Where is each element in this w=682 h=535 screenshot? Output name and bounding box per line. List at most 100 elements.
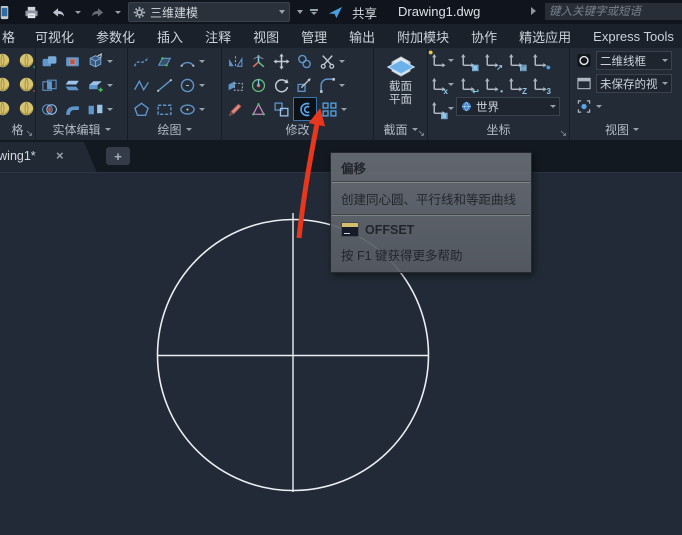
3d-rotate-gizmo-button[interactable] — [247, 74, 269, 96]
visual-style-dropdown[interactable]: 二维线框 — [596, 51, 672, 70]
stretch-button[interactable] — [224, 74, 246, 96]
circle-button[interactable] — [176, 74, 198, 96]
customize-qat-button[interactable] — [310, 8, 318, 16]
search-input[interactable] — [545, 3, 682, 20]
arc-caret[interactable] — [199, 59, 205, 63]
panel-draw-label[interactable]: 绘图 — [157, 121, 181, 138]
mirror-button[interactable] — [224, 50, 246, 72]
smooth-object-icon[interactable] — [0, 49, 13, 71]
ucs-object-button[interactable]: • — [480, 73, 503, 96]
ucs-button[interactable]: ● — [428, 48, 454, 71]
tab-parametric[interactable]: 参数化 — [85, 27, 146, 46]
smooth-object-icon[interactable] — [0, 97, 13, 119]
trim-caret[interactable] — [339, 59, 345, 63]
polyline-button[interactable] — [130, 74, 152, 96]
separate-button[interactable] — [84, 98, 106, 120]
3d-move-gizmo-button[interactable] — [247, 50, 269, 72]
view-manager-icon[interactable] — [575, 99, 593, 115]
slice-button[interactable] — [61, 74, 83, 96]
polygon-button[interactable] — [130, 98, 152, 120]
scale-nested-button[interactable] — [270, 98, 292, 120]
tab-addins[interactable]: 附加模块 — [386, 27, 460, 46]
tab-collaborate[interactable]: 协作 — [460, 27, 508, 46]
view-panel-caret[interactable] — [633, 128, 639, 131]
tab-view[interactable]: 视图 — [242, 27, 290, 46]
circle-caret[interactable] — [199, 83, 205, 87]
tab-mesh-partial[interactable]: 格 — [0, 27, 24, 46]
file-tab-close-icon[interactable]: × — [56, 148, 64, 163]
array-caret[interactable] — [341, 107, 347, 111]
ucs-origin-button[interactable]: ▣ — [456, 49, 479, 72]
3d-align-button[interactable] — [247, 98, 269, 120]
interfere-button[interactable] — [38, 98, 60, 120]
smooth-less-button[interactable]: − — [15, 73, 35, 96]
move-button[interactable] — [270, 50, 292, 72]
fillet-edge-button[interactable] — [61, 98, 83, 120]
spline-button[interactable] — [130, 50, 152, 72]
tab-visualize[interactable]: 可视化 — [24, 27, 85, 46]
extract-edges-caret[interactable] — [107, 59, 113, 63]
smooth-more-button[interactable]: + — [15, 49, 35, 72]
coordinates-dialog-launcher-icon[interactable]: ↘ — [559, 129, 567, 138]
undo-dropdown-caret[interactable] — [75, 10, 81, 14]
panel-solid-edit-label[interactable]: 实体编辑 — [52, 121, 100, 138]
panel-modify-label[interactable]: 修改 — [285, 121, 309, 138]
tab-featured-apps[interactable]: 精选应用 — [508, 27, 582, 46]
undo-button[interactable] — [48, 2, 68, 22]
share-label[interactable]: 共享 — [352, 3, 377, 22]
solid-edit-panel-caret[interactable] — [104, 128, 111, 131]
scale-button[interactable] — [293, 74, 315, 96]
ucs-back-button[interactable]: ↩ — [456, 73, 479, 96]
ellipse-caret[interactable] — [199, 107, 205, 111]
region-button[interactable] — [153, 50, 175, 72]
smooth-object-icon[interactable] — [0, 73, 13, 95]
offset-button[interactable] — [293, 97, 317, 121]
section-plane-button[interactable]: 截面 平面 — [374, 48, 427, 107]
section-dialog-launcher-icon[interactable]: ↘ — [417, 129, 425, 138]
tab-output[interactable]: 输出 — [338, 27, 386, 46]
rectangle-button[interactable] — [153, 98, 175, 120]
ucs-named-button[interactable]: ▤ — [504, 49, 527, 72]
mobile-device-icon[interactable] — [0, 2, 14, 22]
ellipse-button[interactable] — [176, 98, 198, 120]
ucs-rotate-z-button[interactable]: Z — [504, 73, 527, 96]
tab-insert[interactable]: 插入 — [146, 27, 194, 46]
redo-button[interactable] — [88, 2, 108, 22]
ucs-world-button[interactable]: ● — [528, 49, 551, 72]
panel-view-label[interactable]: 视图 — [605, 121, 629, 138]
thicken-caret[interactable] — [107, 83, 113, 87]
tab-annotate[interactable]: 注释 — [194, 27, 242, 46]
new-drawing-tab-button[interactable]: + — [106, 147, 130, 165]
unsmooth-button[interactable]: ∕ — [15, 97, 36, 119]
extract-edges-button[interactable] — [84, 50, 106, 72]
share-icon[interactable] — [325, 2, 345, 22]
draw-panel-caret[interactable] — [185, 128, 192, 131]
ucs-3point-button[interactable]: 3 — [528, 73, 551, 96]
ucs-view-button[interactable]: ▣ — [429, 97, 454, 120]
panel-section-label[interactable]: 截面 — [383, 121, 407, 138]
plot-button[interactable] — [21, 2, 41, 22]
workspace-selector[interactable]: 三维建模 — [128, 2, 290, 22]
redo-dropdown-caret[interactable] — [115, 10, 121, 14]
rotate-button[interactable] — [270, 74, 292, 96]
tab-manage[interactable]: 管理 — [290, 27, 338, 46]
intersect-button[interactable] — [38, 74, 60, 96]
file-tab-drawing1[interactable]: Drawing1* × — [0, 142, 97, 173]
mesh-dialog-launcher-icon[interactable]: ↘ — [25, 129, 33, 138]
thicken-button[interactable] — [84, 74, 106, 96]
ucs-previous-button[interactable]: x — [429, 73, 454, 96]
tab-express-tools[interactable]: Express Tools — [582, 29, 682, 44]
trim-button[interactable] — [316, 50, 338, 72]
workspace-switch-caret[interactable] — [297, 10, 303, 14]
subtract-button[interactable] — [61, 50, 83, 72]
named-view-dropdown[interactable]: 未保存的视 — [596, 74, 672, 93]
copy-button[interactable] — [293, 50, 315, 72]
line-button[interactable] — [153, 74, 175, 96]
view-manager-caret[interactable] — [596, 105, 602, 108]
ucs-zaxis-button[interactable]: ↗ — [480, 49, 503, 72]
union-button[interactable] — [38, 50, 60, 72]
arc-button[interactable] — [176, 50, 198, 72]
erase-button[interactable] — [224, 98, 246, 120]
separate-caret[interactable] — [107, 107, 113, 111]
wcs-dropdown[interactable]: 世界 — [456, 97, 560, 116]
